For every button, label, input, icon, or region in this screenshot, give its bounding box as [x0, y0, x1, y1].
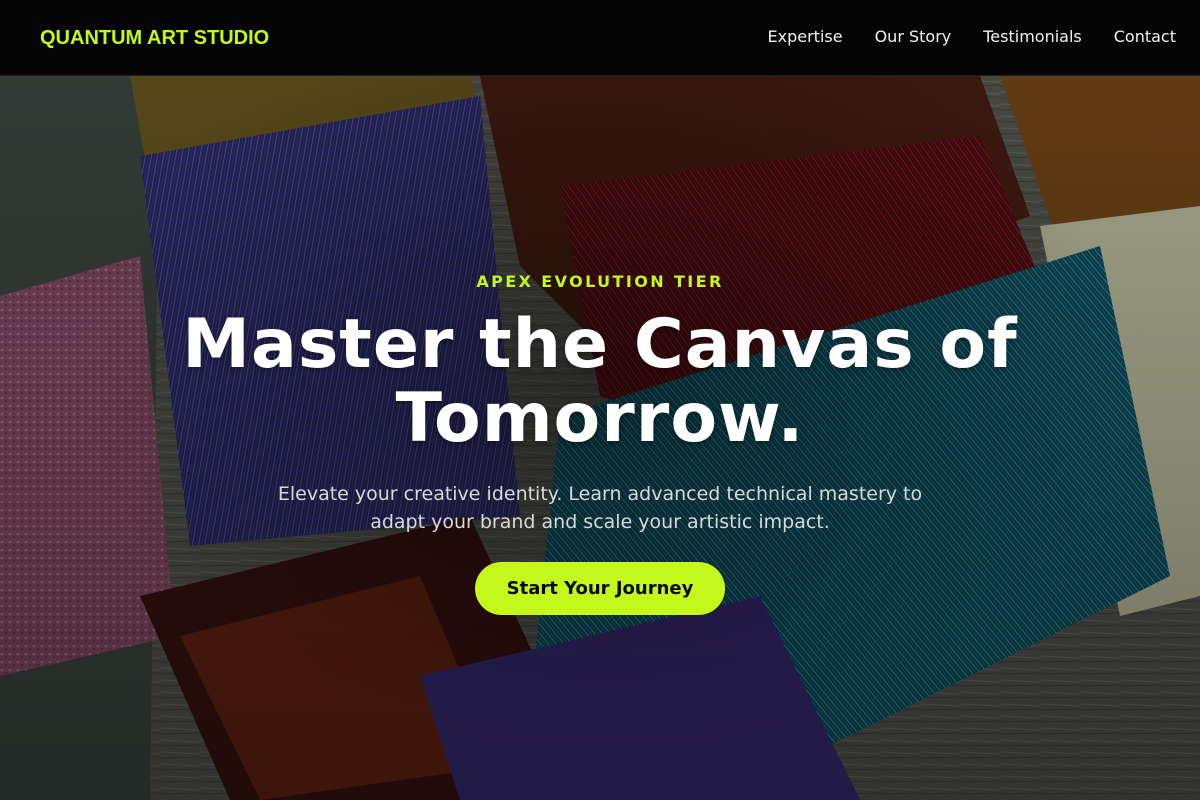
- start-journey-button[interactable]: Start Your Journey: [475, 562, 725, 615]
- nav-link-contact[interactable]: Contact: [1114, 26, 1176, 48]
- main-nav: Expertise Our Story Testimonials Contact: [768, 26, 1176, 48]
- nav-link-expertise[interactable]: Expertise: [768, 26, 843, 48]
- hero-section: APEX EVOLUTION TIER Master the Canvas of…: [0, 76, 1200, 800]
- hero-headline: Master the Canvas of Tomorrow.: [182, 305, 1018, 458]
- nav-link-our-story[interactable]: Our Story: [875, 26, 952, 48]
- nav-link-testimonials[interactable]: Testimonials: [983, 26, 1082, 48]
- hero-subtext: Elevate your creative identity. Learn ad…: [277, 483, 923, 533]
- site-header: QUANTUM ART STUDIO Expertise Our Story T…: [0, 0, 1200, 76]
- brand-logo[interactable]: QUANTUM ART STUDIO: [40, 26, 269, 50]
- hero-eyebrow: APEX EVOLUTION TIER: [476, 272, 724, 291]
